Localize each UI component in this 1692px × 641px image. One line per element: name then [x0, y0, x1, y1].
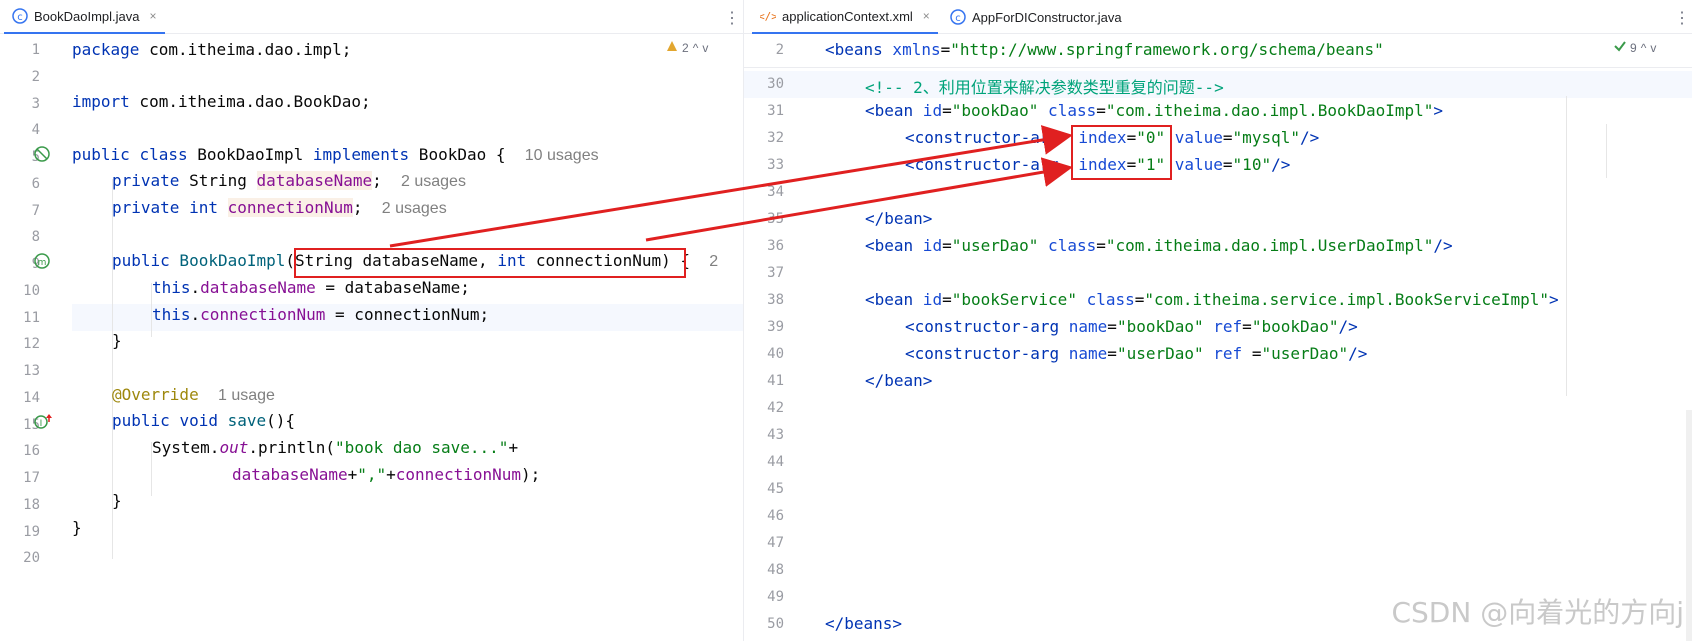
annotation-arrows: [389, 125, 1073, 248]
arrow-to-index-1: [645, 157, 1073, 242]
arrow-to-index-0: [389, 125, 1073, 248]
